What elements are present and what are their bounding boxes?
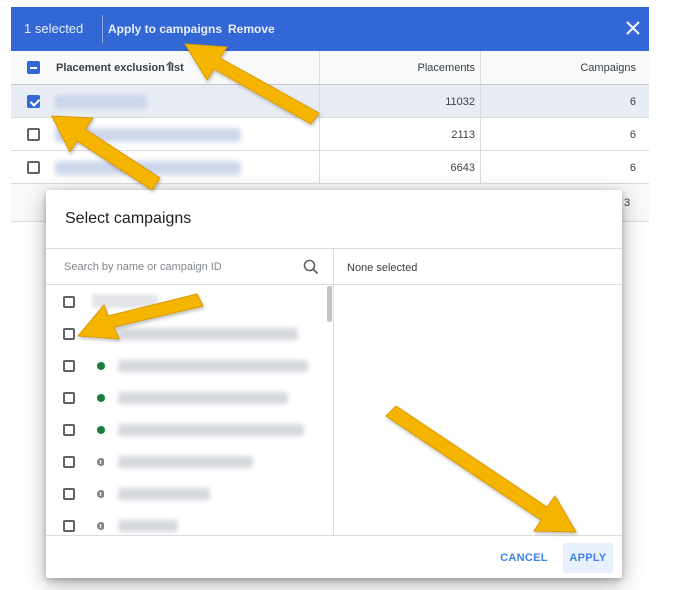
apply-to-campaigns-button[interactable]: Apply to campaigns xyxy=(108,20,222,38)
campaign-checkbox[interactable] xyxy=(63,392,75,404)
list-item[interactable] xyxy=(46,510,334,537)
list-item[interactable] xyxy=(46,350,334,382)
list-name-redacted[interactable] xyxy=(55,128,241,142)
selected-campaigns-pane: None selected xyxy=(335,249,622,537)
column-divider xyxy=(319,85,320,117)
none-selected-label: None selected xyxy=(347,262,418,274)
divider xyxy=(102,15,103,43)
row-checkbox[interactable] xyxy=(27,128,40,141)
column-header-placements[interactable]: Placements xyxy=(418,62,475,74)
campaigns-value: 6 xyxy=(629,129,636,141)
placements-value: 2113 xyxy=(451,129,475,141)
select-all-checkbox[interactable] xyxy=(27,61,40,74)
campaigns-value: 3 xyxy=(624,197,631,209)
paused-status-icon xyxy=(97,490,105,498)
campaigns-value: 6 xyxy=(629,96,636,108)
column-divider xyxy=(480,151,481,183)
close-icon[interactable] xyxy=(622,17,644,39)
list-item[interactable] xyxy=(46,478,334,510)
campaign-checkbox[interactable] xyxy=(63,424,75,436)
enabled-status-icon xyxy=(97,362,105,370)
apply-button[interactable]: APPLY xyxy=(563,543,613,573)
selected-header: None selected xyxy=(335,249,622,285)
campaigns-value: 6 xyxy=(629,162,636,174)
selection-action-bar: 1 selected Apply to campaigns Remove xyxy=(11,7,649,51)
campaign-checkbox[interactable] xyxy=(63,456,75,468)
column-divider xyxy=(480,51,481,84)
dialog-body: None selected xyxy=(46,248,622,537)
campaign-checkbox[interactable] xyxy=(63,520,75,532)
select-campaigns-dialog: Select campaigns Search by name or campa… xyxy=(46,190,622,578)
list-item[interactable] xyxy=(46,446,334,478)
enabled-status-icon xyxy=(97,426,105,434)
campaign-name-redacted[interactable] xyxy=(118,488,210,500)
table-row[interactable]: 2113 6 xyxy=(11,118,649,151)
table-row[interactable]: 11032 6 xyxy=(11,85,649,118)
row-checkbox[interactable] xyxy=(27,161,40,174)
table-row[interactable]: 6643 6 xyxy=(11,151,649,184)
remove-button[interactable]: Remove xyxy=(228,20,275,38)
placements-value: 6643 xyxy=(450,162,475,174)
selected-count: 1 selected xyxy=(24,21,84,36)
campaign-name-redacted[interactable] xyxy=(118,424,304,436)
campaign-picker-pane xyxy=(46,249,334,537)
search-icon[interactable] xyxy=(302,258,320,276)
row-checkbox[interactable] xyxy=(27,95,40,108)
placements-value: 11032 xyxy=(445,96,475,108)
paused-status-icon xyxy=(97,458,105,466)
dialog-title: Select campaigns xyxy=(65,210,192,227)
campaign-name-redacted[interactable] xyxy=(118,392,288,404)
list-scrollbar[interactable] xyxy=(327,286,332,322)
campaign-search-input[interactable] xyxy=(64,258,294,276)
list-item[interactable] xyxy=(46,414,334,446)
list-item[interactable] xyxy=(46,286,334,318)
column-divider xyxy=(319,51,320,84)
campaign-checkbox[interactable] xyxy=(63,360,75,372)
column-divider xyxy=(319,151,320,183)
dialog-actions: CANCEL APPLY xyxy=(46,536,622,578)
campaign-name-redacted[interactable] xyxy=(118,360,308,372)
campaign-name-redacted[interactable] xyxy=(118,328,298,340)
column-divider xyxy=(319,118,320,150)
list-name-redacted[interactable] xyxy=(55,95,147,109)
campaign-checkbox[interactable] xyxy=(63,328,75,340)
enabled-status-icon xyxy=(97,394,105,402)
campaign-name-redacted[interactable] xyxy=(118,520,178,532)
column-divider xyxy=(480,85,481,117)
campaign-list xyxy=(46,286,334,537)
arrow-up-icon[interactable] xyxy=(165,60,175,75)
list-name-redacted[interactable] xyxy=(55,161,241,175)
paused-status-icon xyxy=(97,522,105,530)
campaign-name-redacted[interactable] xyxy=(92,294,158,308)
campaign-name-redacted[interactable] xyxy=(118,456,253,468)
list-item[interactable] xyxy=(46,318,334,350)
table-header-row: Placement exclusion list Placements Camp… xyxy=(11,51,649,85)
campaign-checkbox[interactable] xyxy=(63,296,75,308)
search-row xyxy=(46,249,334,285)
list-item[interactable] xyxy=(46,382,334,414)
campaign-checkbox[interactable] xyxy=(63,488,75,500)
column-divider xyxy=(480,118,481,150)
column-header-campaigns[interactable]: Campaigns xyxy=(580,62,636,74)
cancel-button[interactable]: CANCEL xyxy=(495,543,553,573)
